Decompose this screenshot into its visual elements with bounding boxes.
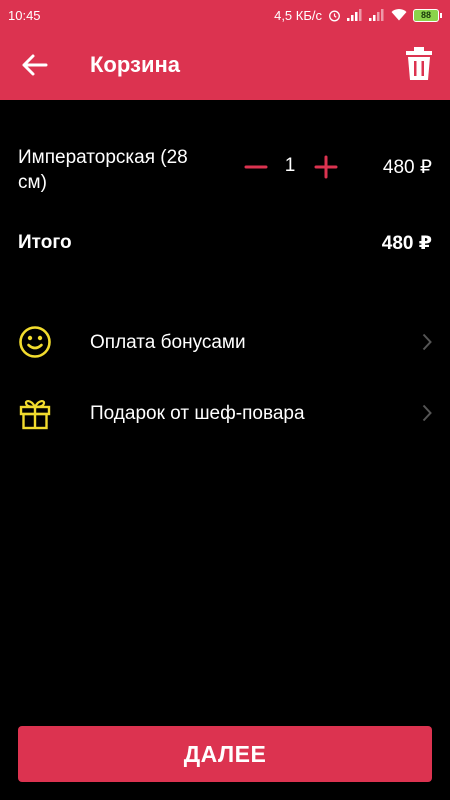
status-time: 10:45: [8, 7, 41, 23]
gift-icon: [19, 399, 51, 430]
app-bar: Корзина: [0, 30, 450, 100]
signal-icon: [347, 9, 363, 21]
signal-icon: [369, 9, 385, 21]
arrow-left-icon: [22, 54, 48, 76]
plus-icon: [314, 155, 338, 179]
status-bar: 10:45 4,5 КБ/с 88: [0, 0, 450, 30]
option-label: Оплата бонусами: [90, 332, 246, 353]
trash-icon: [406, 47, 432, 80]
wifi-icon: [391, 9, 407, 21]
total-label: Итого: [18, 232, 72, 253]
cart-item: Императорская (28 см) 1 480 ₽: [18, 145, 432, 195]
item-quantity: 1: [284, 155, 296, 176]
status-icons: 4,5 КБ/с 88: [274, 8, 442, 23]
alarm-icon: [328, 9, 341, 22]
cart-total: Итого 480 ₽: [18, 232, 432, 258]
pay-with-bonuses-option[interactable]: Оплата бонусами: [0, 313, 450, 373]
next-button[interactable]: ДАЛЕЕ: [18, 726, 432, 782]
item-price: 480 ₽: [382, 157, 432, 178]
option-label: Подарок от шеф-повара: [90, 403, 305, 424]
minus-icon: [244, 165, 268, 169]
chef-gift-option[interactable]: Подарок от шеф-повара: [0, 384, 450, 444]
smiley-icon: [19, 326, 51, 358]
battery-level: 88: [413, 8, 439, 22]
decrease-quantity-button[interactable]: [244, 155, 268, 179]
chevron-right-icon: [422, 404, 432, 422]
battery-icon: 88: [413, 8, 442, 22]
clear-cart-button[interactable]: [404, 46, 434, 82]
back-button[interactable]: [20, 52, 50, 78]
chevron-right-icon: [422, 333, 432, 351]
increase-quantity-button[interactable]: [314, 155, 338, 179]
item-name: Императорская (28 см): [18, 147, 188, 193]
page-title: Корзина: [90, 52, 180, 77]
total-value: 480 ₽: [381, 233, 432, 254]
network-speed: 4,5 КБ/с: [274, 7, 322, 23]
